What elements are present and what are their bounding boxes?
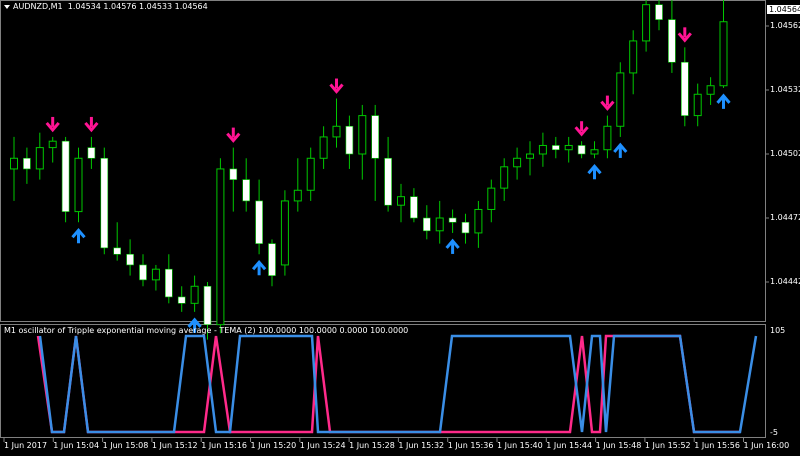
candle-bear bbox=[345, 125, 354, 155]
candle-bull bbox=[513, 157, 522, 168]
time-tick-label: 1 Jun 15:56 bbox=[694, 441, 740, 450]
time-tick-label: 1 Jun 15:44 bbox=[546, 441, 593, 450]
candle-bull bbox=[190, 285, 199, 304]
candle-bear bbox=[268, 243, 276, 276]
candle-bear bbox=[113, 247, 121, 255]
chart-canvas[interactable] bbox=[0, 0, 800, 456]
candle-bear bbox=[461, 221, 470, 234]
candle-bull bbox=[642, 4, 651, 42]
candle-bear bbox=[577, 145, 586, 155]
candle-bull bbox=[35, 147, 44, 170]
candle-bull bbox=[487, 187, 496, 210]
candle-bear bbox=[255, 200, 263, 244]
dropdown-triangle-icon[interactable] bbox=[4, 4, 10, 9]
candle-bear bbox=[371, 115, 380, 159]
candle-bull bbox=[216, 168, 225, 326]
candle-bull bbox=[564, 144, 573, 151]
candle-bull bbox=[629, 40, 638, 74]
candle-bear bbox=[668, 19, 676, 63]
candle-bull bbox=[474, 208, 483, 234]
oscillator-title: M1 oscillator of Tripple exponential mov… bbox=[4, 326, 409, 335]
candle-bear bbox=[23, 157, 31, 170]
candle-bull bbox=[48, 140, 57, 149]
time-tick-label: 1 Jun 15:36 bbox=[447, 441, 494, 450]
candle-bull bbox=[293, 189, 302, 202]
candle-bull bbox=[603, 125, 612, 151]
candle-bear bbox=[165, 268, 173, 298]
candle-bear bbox=[61, 140, 70, 212]
symbol-label: AUDNZD,M1 bbox=[13, 2, 63, 11]
time-tick-label: 1 Jun 15:24 bbox=[299, 441, 346, 450]
candle-bull bbox=[10, 157, 18, 170]
candle-bear bbox=[422, 217, 431, 232]
price-tick-label: 1.04562 bbox=[770, 21, 800, 30]
candle-bear bbox=[680, 61, 689, 116]
price-tick-label: 1.04442 bbox=[770, 277, 800, 286]
time-tick-label: 1 Jun 15:16 bbox=[201, 441, 247, 450]
candle-bull bbox=[397, 196, 405, 206]
candle-bull bbox=[332, 125, 341, 138]
time-tick-label: 1 Jun 2017 bbox=[4, 441, 48, 450]
osc-level-top: 105 bbox=[770, 326, 786, 335]
current-price-tag: 1.04564 bbox=[767, 5, 800, 14]
time-tick-label: 1 Jun 15:04 bbox=[53, 441, 100, 450]
candle-bear bbox=[177, 296, 186, 304]
candle-bear bbox=[384, 157, 392, 206]
candle-bear bbox=[229, 168, 238, 180]
time-tick-label: 1 Jun 15:20 bbox=[250, 441, 297, 450]
candle-bear bbox=[242, 179, 250, 202]
price-tick-label: 1.04502 bbox=[770, 149, 800, 158]
candle-bull bbox=[280, 200, 289, 266]
time-tick-label: 1 Jun 15:40 bbox=[497, 441, 543, 450]
candle-bull bbox=[358, 115, 367, 155]
time-tick-label: 1 Jun 16:00 bbox=[743, 441, 790, 450]
oscillator-line-blue bbox=[38, 334, 758, 434]
candle-bull bbox=[500, 166, 509, 189]
candle-bull bbox=[151, 268, 160, 281]
time-tick-label: 1 Jun 15:12 bbox=[151, 441, 198, 450]
candle-bear bbox=[203, 285, 212, 325]
sub-window-frame bbox=[0, 324, 766, 438]
main-window-frame bbox=[0, 0, 766, 322]
candle-bull bbox=[590, 149, 599, 155]
ohlc-values: 1.04534 1.04576 1.04533 1.04564 bbox=[67, 2, 208, 11]
candle-bull bbox=[74, 157, 83, 213]
candle-bear bbox=[448, 217, 457, 223]
candle-bear bbox=[100, 157, 109, 249]
candle-bull bbox=[526, 153, 534, 159]
oscillator-line-pink bbox=[36, 334, 740, 434]
candles-group bbox=[10, 0, 728, 340]
chart-header: AUDNZD,M1 1.04534 1.04576 1.04533 1.0456… bbox=[4, 2, 208, 11]
candle-bull bbox=[319, 136, 328, 159]
time-tick-label: 1 Jun 15:32 bbox=[398, 441, 445, 450]
candle-bull bbox=[306, 157, 315, 191]
candle-bull bbox=[719, 21, 728, 87]
candle-bear bbox=[87, 147, 96, 159]
time-tick-label: 1 Jun 15:08 bbox=[102, 441, 149, 450]
price-tick-label: 1.04472 bbox=[770, 213, 800, 222]
candle-bear bbox=[655, 4, 663, 20]
candle-bear bbox=[139, 264, 147, 281]
oscillator-group bbox=[36, 334, 758, 434]
candle-bear bbox=[126, 253, 134, 266]
price-tick-label: 1.04532 bbox=[770, 85, 800, 94]
time-tick-label: 1 Jun 15:48 bbox=[595, 441, 642, 450]
osc-level-bottom: -5 bbox=[770, 428, 778, 437]
candle-bull bbox=[706, 85, 715, 95]
time-tick-label: 1 Jun 15:52 bbox=[644, 441, 691, 450]
candle-bear bbox=[551, 145, 560, 151]
candle-bull bbox=[693, 93, 702, 117]
candle-bull bbox=[538, 144, 547, 155]
candle-bull bbox=[435, 217, 444, 232]
candle-bull bbox=[616, 72, 625, 127]
time-tick-label: 1 Jun 15:28 bbox=[349, 441, 395, 450]
candle-bear bbox=[410, 196, 418, 219]
